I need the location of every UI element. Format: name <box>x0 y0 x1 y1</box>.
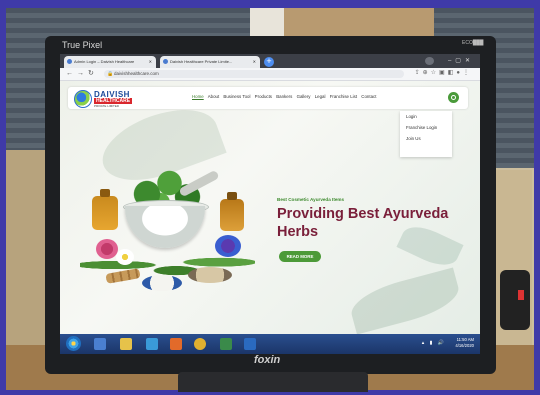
window-controls[interactable]: –▢✕ <box>448 57 474 64</box>
profile-icon[interactable]: ● <box>456 70 463 76</box>
flower-image <box>96 239 118 259</box>
browser-toolbar-icons[interactable]: ⇪⊕☆▣◧●⋮ <box>415 69 472 76</box>
browser-tab-daivish[interactable]: Daivish Healthcare Private Limite... ✕ <box>160 56 260 68</box>
logo-tagline: PRIVATE LIMITED <box>94 104 120 108</box>
system-clock[interactable]: 11:50 AM 4/16/2020 <box>455 337 474 349</box>
mortar-bowl-image <box>125 206 205 248</box>
browser-tab-admin-login[interactable]: Admin Login – Daivish Healthcare ✕ <box>64 56 156 68</box>
tray-icons[interactable]: ▴ ▮ 🔊 <box>422 340 446 346</box>
menu-item-contact[interactable]: Contact <box>361 94 376 99</box>
hero-kicker: Best Cosmetic Ayurveda Items <box>277 197 345 202</box>
clock-date: 4/16/2020 <box>455 343 474 348</box>
screen: Admin Login – Daivish Healthcare ✕ Daivi… <box>60 54 480 354</box>
left-shelf <box>6 150 46 350</box>
favicon-icon <box>67 59 72 64</box>
dropdown-item-join-us[interactable]: Join Us <box>400 133 452 144</box>
menu-item-home[interactable]: Home <box>192 94 204 99</box>
flower-image <box>215 235 241 257</box>
monitor-brand: True Pixel <box>62 40 103 50</box>
site-header: DAIVISH HEALTHCARE PRIVATE LIMITED Home … <box>68 87 468 109</box>
reload-icon[interactable]: ↻ <box>88 70 98 77</box>
tab-label: Admin Login – Daivish Healthcare <box>74 59 135 64</box>
url-text: daivishhealthcare.com <box>114 71 159 76</box>
close-icon[interactable]: ✕ <box>253 56 256 68</box>
profile-icon[interactable] <box>425 57 434 65</box>
start-button-icon[interactable] <box>66 336 81 351</box>
red-led <box>518 290 524 300</box>
forward-icon[interactable]: → <box>77 70 88 77</box>
ie-icon[interactable] <box>146 338 158 350</box>
device-cable <box>500 270 530 330</box>
tab-label: Daivish Healthcare Private Limite... <box>170 59 233 64</box>
extension-icon[interactable]: ▣ <box>439 70 448 76</box>
dropdown-item-franchise-login[interactable]: Franchise Login <box>400 122 452 133</box>
monitor-stand <box>178 372 368 392</box>
app-icon[interactable] <box>244 338 256 350</box>
app-icon[interactable] <box>220 338 232 350</box>
menu-item-products[interactable]: Products <box>255 94 272 99</box>
contact-dropdown: Login Franchise Login Join Us <box>400 111 452 157</box>
close-icon[interactable]: ✕ <box>149 56 152 68</box>
website: DAIVISH HEALTHCARE PRIVATE LIMITED Home … <box>60 81 480 335</box>
lock-icon: 🔒 <box>107 71 114 77</box>
nav-buttons[interactable]: ←→↻ <box>66 69 98 77</box>
star-icon[interactable]: ☆ <box>431 70 439 76</box>
menu-item-legal[interactable]: Legal <box>315 94 326 99</box>
oil-bottle-image <box>220 192 244 231</box>
flower-image <box>116 249 134 265</box>
menu-item-gallery[interactable]: Gallery <box>297 94 311 99</box>
menu-item-bankers[interactable]: Bankers <box>276 94 292 99</box>
main-menu: Home About Business Tool Products Banker… <box>192 94 379 99</box>
logo-icon[interactable] <box>74 90 92 108</box>
menu-item-about[interactable]: About <box>208 94 219 99</box>
search-icon[interactable] <box>448 92 459 103</box>
grains-image <box>188 267 232 283</box>
decorative-leaf <box>346 267 464 335</box>
firefox-icon[interactable] <box>170 338 182 350</box>
windows-taskbar: ▴ ▮ 🔊 11:50 AM 4/16/2020 <box>60 334 480 354</box>
share-icon[interactable]: ⇪ <box>415 70 423 76</box>
oil-bottle-image <box>92 189 118 230</box>
menu-icon[interactable]: ⋮ <box>463 70 472 76</box>
read-more-button[interactable]: READ MORE <box>279 251 321 262</box>
favicon-icon <box>163 59 168 64</box>
menu-item-franchise-list[interactable]: Franchise List <box>330 94 357 99</box>
eco-badge: ECO███ <box>462 40 484 46</box>
url-input[interactable]: 🔒 daivishhealthcare.com <box>104 70 404 78</box>
browser-tabbar: Admin Login – Daivish Healthcare ✕ Daivi… <box>60 54 480 68</box>
folder-icon[interactable] <box>120 338 132 350</box>
browser-address-bar: ←→↻ 🔒 daivishhealthcare.com ⇪⊕☆▣◧●⋮ <box>60 68 480 81</box>
zoom-icon[interactable]: ⊕ <box>423 70 431 76</box>
explorer-icon[interactable] <box>94 338 106 350</box>
pills-dish-image <box>142 275 182 291</box>
monitor-bottom-brand: foxin <box>254 354 281 366</box>
dropdown-item-login[interactable]: Login <box>400 111 452 122</box>
chrome-icon[interactable] <box>194 338 206 350</box>
menu-item-business-tool[interactable]: Business Tool <box>223 94 250 99</box>
back-icon[interactable]: ← <box>66 70 77 77</box>
hero-title: Providing Best Ayurveda Herbs <box>277 206 449 240</box>
new-tab-button[interactable]: + <box>264 57 274 67</box>
